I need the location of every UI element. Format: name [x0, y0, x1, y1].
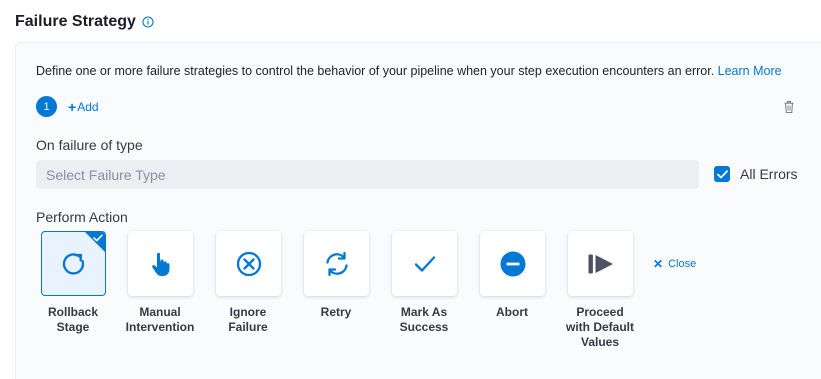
- checkmark-icon: [414, 255, 435, 272]
- section-title: Failure Strategy: [15, 13, 136, 30]
- retry-icon: [325, 251, 348, 276]
- close-actions-button[interactable]: ✕ Close: [653, 257, 696, 271]
- strategy-tabs: 1 + Add: [36, 96, 99, 117]
- failure-strategy-panel: Define one or more failure strategies to…: [15, 42, 821, 379]
- selected-check-icon: [93, 234, 103, 242]
- abort-icon: [500, 251, 525, 276]
- circle-x-icon: [236, 251, 261, 276]
- strategy-tab-1[interactable]: 1: [36, 96, 57, 117]
- description: Define one or more failure strategies to…: [36, 64, 782, 78]
- rollback-icon: [62, 252, 84, 275]
- add-strategy-button[interactable]: + Add: [68, 99, 99, 115]
- action-rollback-stage[interactable]: [41, 231, 106, 296]
- action-proceed-with-default-values[interactable]: [568, 231, 633, 296]
- action-retry-label: Retry: [320, 305, 352, 319]
- failure-type-label: On failure of type: [36, 137, 143, 153]
- description-text: Define one or more failure strategies to…: [36, 64, 715, 78]
- hand-pointer-icon: [151, 252, 169, 276]
- action-retry[interactable]: [304, 231, 369, 296]
- all-errors-checkbox[interactable]: [714, 166, 730, 182]
- failure-type-select[interactable]: Select Failure Type: [36, 160, 699, 189]
- action-rollback-stage-label: Rollback Stage: [47, 305, 98, 334]
- action-abort[interactable]: [480, 231, 545, 296]
- close-icon: ✕: [653, 257, 664, 271]
- checkmark-icon: [716, 169, 728, 178]
- action-mark-as-success-label: Mark As Success: [399, 305, 449, 334]
- add-strategy-label: Add: [77, 99, 99, 114]
- trash-icon[interactable]: [784, 101, 794, 113]
- action-manual-intervention[interactable]: [128, 231, 193, 296]
- perform-action-label: Perform Action: [36, 209, 128, 225]
- action-abort-label: Abort: [496, 305, 528, 319]
- action-ignore-failure-label: Ignore Failure: [228, 305, 268, 334]
- proceed-icon: [588, 254, 613, 273]
- close-label: Close: [668, 258, 697, 270]
- all-errors-label: All Errors: [740, 166, 798, 182]
- learn-more-link[interactable]: Learn More: [718, 64, 782, 78]
- action-manual-intervention-label: Manual Intervention: [125, 305, 195, 334]
- section-header: Failure Strategy: [15, 11, 154, 33]
- action-ignore-failure[interactable]: [216, 231, 281, 296]
- failure-type-placeholder: Select Failure Type: [46, 166, 166, 183]
- all-errors-checkbox-row[interactable]: All Errors: [714, 166, 798, 182]
- action-mark-as-success[interactable]: [392, 231, 457, 296]
- plus-icon: +: [68, 98, 77, 115]
- info-icon[interactable]: [142, 16, 154, 28]
- action-proceed-with-default-values-label: Proceed with Default Values: [566, 305, 634, 349]
